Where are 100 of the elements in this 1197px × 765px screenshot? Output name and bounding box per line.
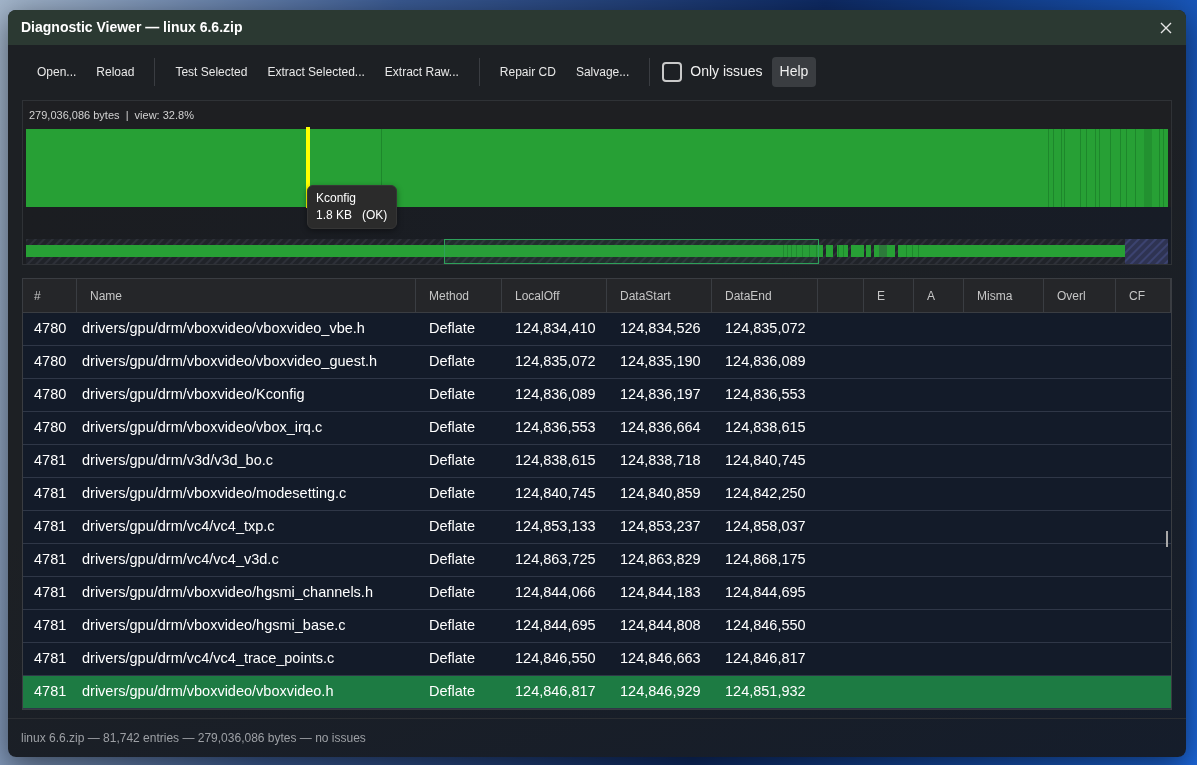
table-cell-text: Deflate <box>428 517 476 537</box>
file-status: (OK) <box>362 208 388 223</box>
table-cell-text: 124,846,550 <box>514 649 597 669</box>
toolbar-button[interactable]: Reload <box>86 56 145 87</box>
toolbar-button[interactable]: Open... <box>27 56 87 87</box>
viewport-frame[interactable] <box>444 239 819 264</box>
table-cell-text: 4781 <box>33 682 68 702</box>
column-header[interactable]: A <box>914 279 964 312</box>
column-header[interactable]: LocalOff <box>502 279 607 312</box>
table-cell-text: 124,863,725 <box>514 550 597 570</box>
table-cell-text: drivers/gpu/drm/vboxvideo/vbox_irq.c <box>81 418 324 438</box>
toolbar-button[interactable]: Extract Raw... <box>374 56 469 87</box>
table-cell-text: 124,836,089 <box>514 385 597 405</box>
table-row[interactable]: 4781 drivers/gpu/drm/vboxvideo/vboxvideo.h Deflate 124,846,817 124,846,929 124,851,932 <box>23 676 1171 709</box>
column-header[interactable]: DataStart <box>607 279 712 312</box>
table-cell-text: Deflate <box>428 319 476 339</box>
checkbox-label[interactable]: Only issues <box>690 61 763 82</box>
table-cell-text: 4781 <box>33 517 68 537</box>
table-cell-text: Deflate <box>428 583 476 603</box>
table-cell-text: 124,836,553 <box>514 418 597 438</box>
table-cell-text: 4780 <box>33 418 68 438</box>
table-cell-text: drivers/gpu/drm/vc4/vc4_trace_points.c <box>81 649 336 669</box>
table-cell-text: 124,846,817 <box>724 649 807 669</box>
table-row[interactable]: 4780 drivers/gpu/drm/vboxvideo/vbox_irq.c Deflate 124,836,553 124,836,664 124,838,615 <box>23 412 1171 445</box>
column-header[interactable]: E <box>864 279 914 312</box>
table-cell-text: drivers/gpu/drm/vboxvideo/Kconfig <box>81 385 306 405</box>
column-header[interactable]: Method <box>416 279 502 312</box>
checkbox[interactable] <box>662 61 683 82</box>
byte-summary: 279,036,086 bytes | view: 32.8% <box>29 107 194 123</box>
table-cell-text: 124,835,072 <box>514 352 597 372</box>
table-cell-text: 4781 <box>33 649 68 669</box>
table-cell-text: 4781 <box>33 451 68 471</box>
status-text: linux 6.6.zip — 81,742 entries — 279,036,086 bytes — no issues <box>21 730 366 747</box>
table-cell-text: Deflate <box>428 385 476 405</box>
column-header[interactable]: # <box>23 279 77 312</box>
table-cell-text: 124,838,615 <box>724 418 807 438</box>
table-cell-text: drivers/gpu/drm/vboxvideo/hgsmi_base.c <box>81 616 347 636</box>
table-cell-text: 124,840,745 <box>514 484 597 504</box>
close-button[interactable] <box>1160 21 1172 34</box>
table-cell-text: drivers/gpu/drm/vboxvideo/modesetting.c <box>81 484 348 504</box>
table-cell-text: 4780 <box>33 385 68 405</box>
toolbar-button[interactable]: Repair CD <box>489 56 566 87</box>
close-icon <box>1160 21 1172 34</box>
table-cell-text: 124,842,250 <box>724 484 807 504</box>
table-row[interactable]: 4781 drivers/gpu/drm/vc4/vc4_trace_points.c Deflate 124,846,550 124,846,663 124,846,817 <box>23 643 1171 676</box>
table-row[interactable]: 4781 drivers/gpu/drm/v3d/v3d_bo.c Deflate 124,838,615 124,838,718 124,840,745 <box>23 445 1171 478</box>
file-size: 1.8 KB <box>316 208 353 223</box>
table-cell-text: drivers/gpu/drm/vboxvideo/vboxvideo.h <box>81 682 335 702</box>
table-cell-text: 124,858,037 <box>724 517 807 537</box>
table-row[interactable]: 4781 drivers/gpu/drm/vc4/vc4_txp.c Deflate 124,853,133 124,853,237 124,858,037 <box>23 511 1171 544</box>
table-cell-text: 124,844,695 <box>514 616 597 636</box>
table-cell-text: 124,836,197 <box>619 385 702 405</box>
table-cell-text: 124,838,718 <box>619 451 702 471</box>
table-cell-text: drivers/gpu/drm/vc4/vc4_txp.c <box>81 517 276 537</box>
toolbar-button[interactable]: Test Selected <box>165 56 258 87</box>
table-cell-text: 124,851,932 <box>724 682 807 702</box>
table-cell-text: 124,853,237 <box>619 517 702 537</box>
table-cell-text: Deflate <box>428 418 476 438</box>
table-cell-text: 124,836,089 <box>724 352 807 372</box>
window-title: Diagnostic Viewer — linux 6.6.zip <box>21 18 243 37</box>
scrollbar-thumb[interactable] <box>1166 531 1168 547</box>
column-header[interactable]: CF <box>1116 279 1171 312</box>
help-button[interactable]: Help <box>771 56 817 87</box>
table-cell-text: 4781 <box>33 550 68 570</box>
table-cell-text: 124,836,553 <box>724 385 807 405</box>
table-cell-text: 124,834,410 <box>514 319 597 339</box>
toolbar-button[interactable]: Extract Selected... <box>257 56 375 87</box>
overview-strip[interactable] <box>26 239 1168 264</box>
toolbar-button[interactable]: Salvage... <box>565 56 640 87</box>
table-cell-text: Deflate <box>428 550 476 570</box>
table-cell-text: 124,844,695 <box>724 583 807 603</box>
table-cell-text: 4780 <box>33 352 68 372</box>
column-header[interactable]: Name <box>77 279 416 312</box>
table-cell-text: drivers/gpu/drm/vboxvideo/hgsmi_channels.h <box>81 583 374 603</box>
table-row[interactable]: 4780 drivers/gpu/drm/vboxvideo/Kconfig Deflate 124,836,089 124,836,197 124,836,553 <box>23 379 1171 412</box>
table-cell-text: drivers/gpu/drm/v3d/v3d_bo.c <box>81 451 274 471</box>
table-cell-text: 4781 <box>33 484 68 504</box>
table-row[interactable]: 4781 drivers/gpu/drm/vboxvideo/hgsmi_channels.h Deflate 124,844,066 124,844,183 124,844,695 <box>23 577 1171 610</box>
table-cell-text: drivers/gpu/drm/vboxvideo/vboxvideo_vbe.h <box>81 319 366 339</box>
column-header[interactable]: Misma <box>964 279 1044 312</box>
table-cell-text: 124,840,859 <box>619 484 702 504</box>
table-cell-text: drivers/gpu/drm/vc4/vc4_v3d.c <box>81 550 280 570</box>
table-cell-text: 124,846,550 <box>724 616 807 636</box>
table-cell-text: 124,853,133 <box>514 517 597 537</box>
table-row[interactable]: 4781 drivers/gpu/drm/vboxvideo/hgsmi_base.c Deflate 124,844,695 124,844,808 124,846,550 <box>23 610 1171 643</box>
table-row[interactable]: 4780 drivers/gpu/drm/vboxvideo/vboxvideo_vbe.h Deflate 124,834,410 124,834,526 124,835,072 <box>23 313 1171 346</box>
column-header[interactable]: DataEnd <box>712 279 818 312</box>
table-cell-text: 4781 <box>33 616 68 636</box>
table-cell-text: 4780 <box>33 319 68 339</box>
table-row[interactable]: 4780 drivers/gpu/drm/vboxvideo/vboxvideo_guest.h Deflate 124,835,072 124,835,190 124,836,089 <box>23 346 1171 379</box>
table-cell-text: 124,846,663 <box>619 649 702 669</box>
table-row[interactable]: 4781 drivers/gpu/drm/vboxvideo/modesetting.c Deflate 124,840,745 124,840,859 124,842,250 <box>23 478 1171 511</box>
column-header[interactable]: Overl <box>1044 279 1116 312</box>
table-cell-text: 124,844,808 <box>619 616 702 636</box>
table-cell-text: 4781 <box>33 583 68 603</box>
table-cell-text: Deflate <box>428 616 476 636</box>
table-cell-text: 124,868,175 <box>724 550 807 570</box>
table-row[interactable]: 4781 drivers/gpu/drm/vc4/vc4_v3d.c Deflate 124,863,725 124,863,829 124,868,175 <box>23 544 1171 577</box>
table-cell-text: Deflate <box>428 682 476 702</box>
table-cell-text: Deflate <box>428 352 476 372</box>
